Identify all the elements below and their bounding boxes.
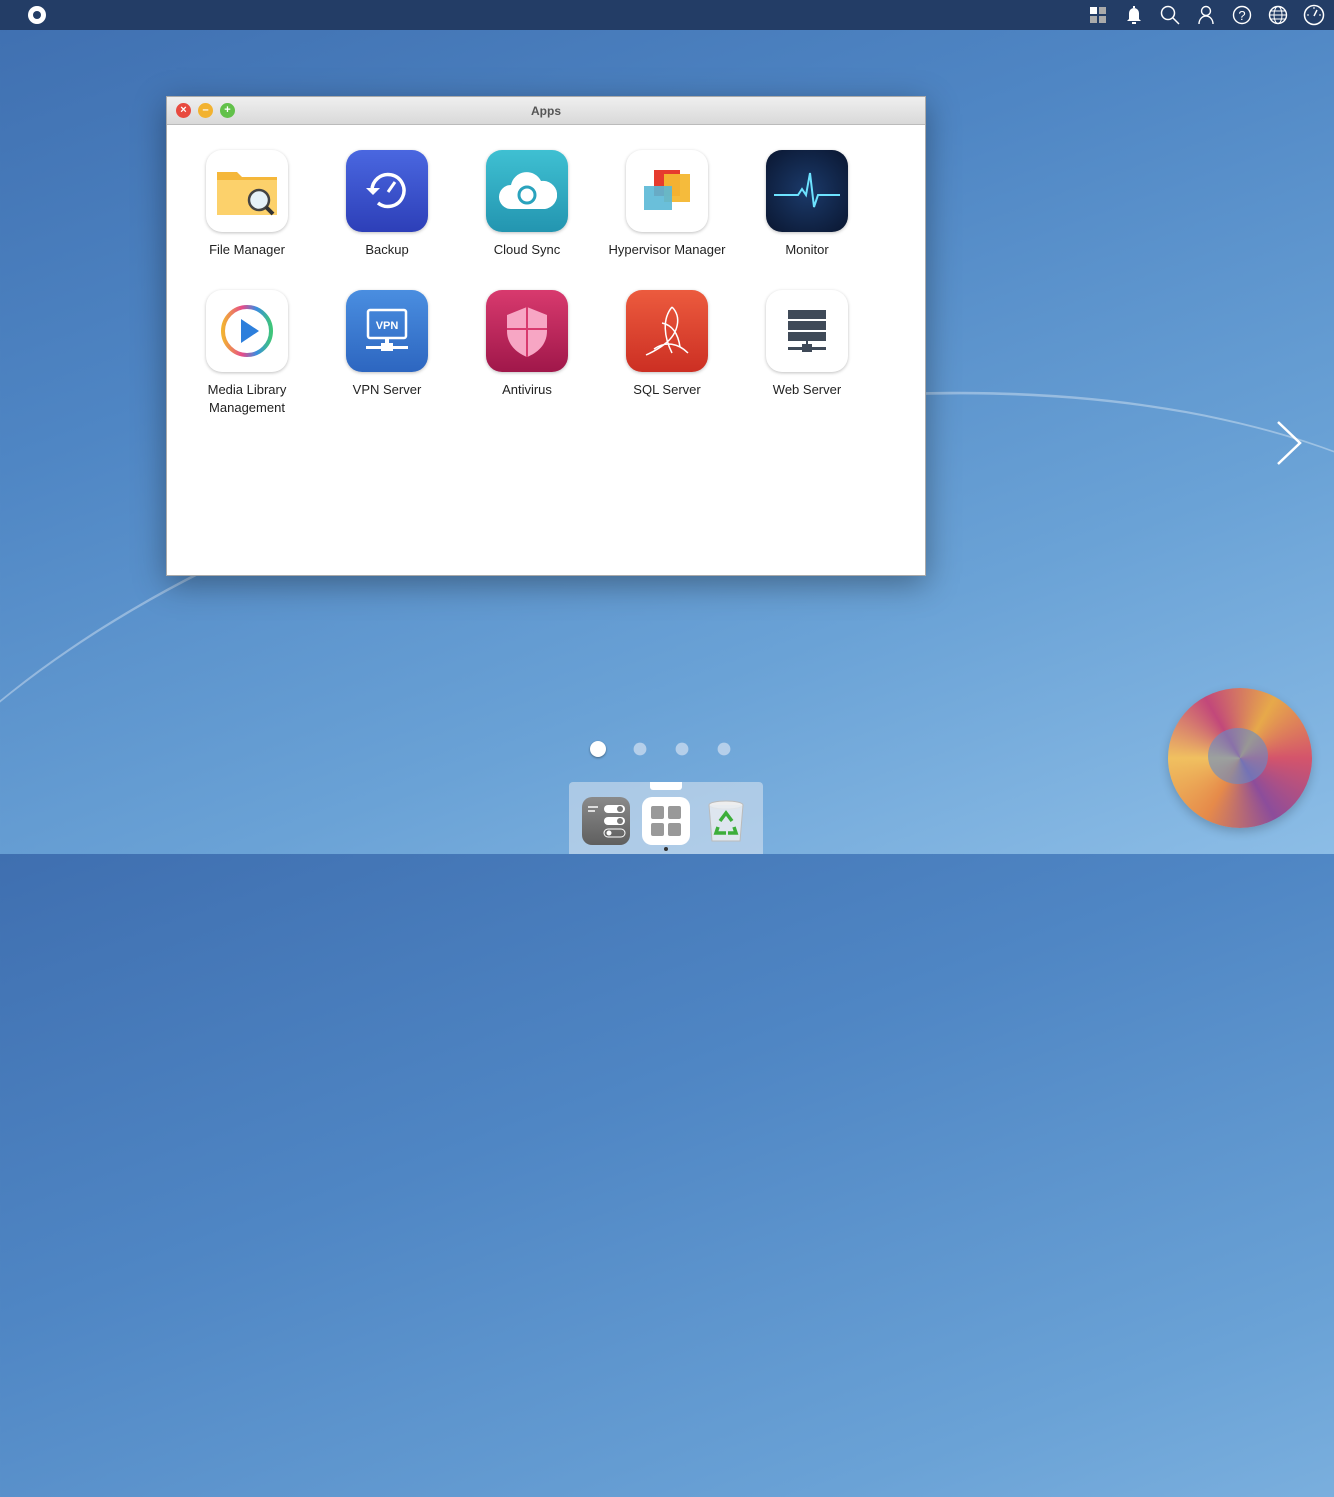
bell-icon[interactable] (1122, 3, 1146, 27)
folder-search-icon (206, 150, 288, 232)
next-page-chevron-icon[interactable] (1274, 418, 1314, 468)
play-icon (206, 290, 288, 372)
app-hypervisor-manager[interactable]: Hypervisor Manager (597, 150, 737, 259)
app-monitor[interactable]: Monitor (737, 150, 877, 259)
window-titlebar[interactable]: × – + Apps (167, 97, 925, 125)
app-media-library-management[interactable]: Media Library Management (177, 290, 317, 417)
app-vpn-server[interactable]: VPN VPN Server (317, 290, 457, 399)
running-indicator (664, 847, 668, 851)
app-cloud-sync[interactable]: Cloud Sync (457, 150, 597, 259)
app-backup[interactable]: Backup (317, 150, 457, 259)
app-antivirus[interactable]: Antivirus (457, 290, 597, 399)
sql-server-icon (626, 290, 708, 372)
app-web-server[interactable]: Web Server (737, 290, 877, 399)
vpn-icon: VPN (346, 290, 428, 372)
window-title: Apps (531, 104, 561, 118)
page-dot-3[interactable] (675, 742, 689, 756)
backup-icon (346, 150, 428, 232)
hypervisor-icon (626, 150, 708, 232)
heartbeat-icon (766, 150, 848, 232)
server-icon (766, 290, 848, 372)
cloud-sync-icon (486, 150, 568, 232)
app-sql-server[interactable]: SQL Server (597, 290, 737, 399)
dock-handle[interactable] (650, 782, 682, 790)
globe-icon[interactable] (1266, 3, 1290, 27)
page-dot-4[interactable] (717, 742, 731, 756)
apps-launcher-icon[interactable] (642, 797, 690, 845)
brand-orb-logo (1168, 688, 1312, 828)
page-dot-1[interactable] (590, 741, 606, 757)
dashboard-gauge-icon[interactable] (1302, 3, 1326, 27)
top-bar: ? (0, 0, 1334, 30)
search-icon[interactable] (1158, 3, 1182, 27)
page-indicator (590, 741, 732, 757)
app-file-manager[interactable]: File Manager (177, 150, 317, 259)
control-panel-toggles-icon[interactable] (582, 797, 630, 845)
shield-icon (486, 290, 568, 372)
svg-text:VPN: VPN (376, 320, 399, 332)
recycle-bin-icon[interactable] (702, 797, 750, 845)
apps-window: × – + Apps File Manager Backup Cloud Syn… (166, 96, 926, 576)
apps-grid-icon[interactable] (1086, 3, 1110, 27)
logo-icon[interactable] (28, 6, 46, 24)
user-icon[interactable] (1194, 3, 1218, 27)
svg-text:?: ? (1238, 8, 1245, 23)
page-dot-2[interactable] (633, 742, 647, 756)
help-icon[interactable]: ? (1230, 3, 1254, 27)
